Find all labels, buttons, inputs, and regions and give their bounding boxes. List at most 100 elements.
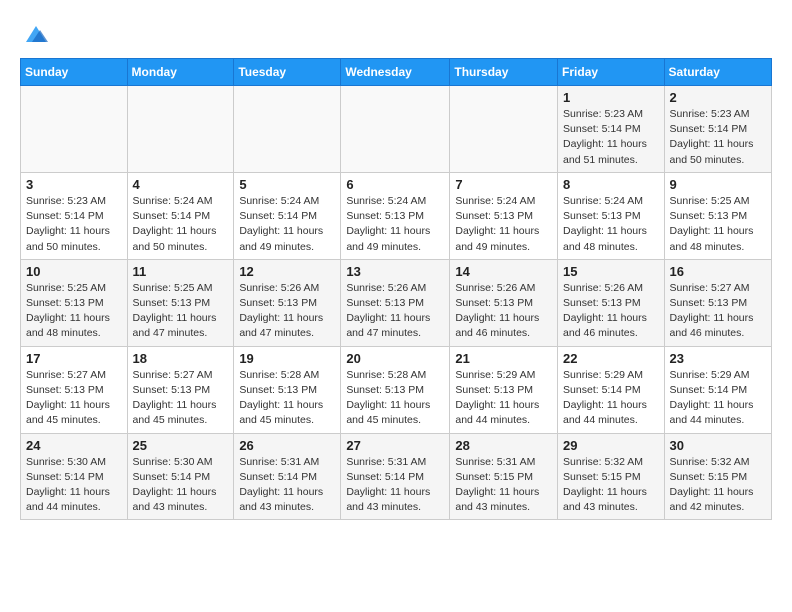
calendar-cell: 9 Sunrise: 5:25 AM Sunset: 5:13 PM Daylig… xyxy=(664,172,771,259)
day-info: Sunrise: 5:27 AM Sunset: 5:13 PM Dayligh… xyxy=(26,368,122,429)
calendar-cell: 2 Sunrise: 5:23 AM Sunset: 5:14 PM Daylig… xyxy=(664,86,771,173)
calendar-cell: 19Sunrise: 5:28 AM Sunset: 5:13 PM Dayli… xyxy=(234,346,341,433)
calendar-cell: 5 Sunrise: 5:24 AM Sunset: 5:14 PM Daylig… xyxy=(234,172,341,259)
calendar-cell: 25Sunrise: 5:30 AM Sunset: 5:14 PM Dayli… xyxy=(127,433,234,520)
day-number: 27 xyxy=(346,438,444,453)
day-number: 19 xyxy=(239,351,335,366)
day-number: 17 xyxy=(26,351,122,366)
calendar-cell: 15 Sunrise: 5:26 AM Sunset: 5:13 PM Dayli… xyxy=(558,259,665,346)
day-number: 2 xyxy=(670,90,766,105)
day-info: Sunrise: 5:24 AM Sunset: 5:13 PM Dayligh… xyxy=(346,194,444,255)
day-number: 1 xyxy=(563,90,659,105)
weekday-header-sunday: Sunday xyxy=(21,59,128,86)
calendar-cell: 6 Sunrise: 5:24 AM Sunset: 5:13 PM Daylig… xyxy=(341,172,450,259)
day-info: Sunrise: 5:30 AM Sunset: 5:14 PM Dayligh… xyxy=(133,455,229,516)
day-info: Sunrise: 5:23 AM Sunset: 5:14 PM Dayligh… xyxy=(670,107,766,168)
day-number: 4 xyxy=(133,177,229,192)
day-number: 9 xyxy=(670,177,766,192)
day-number: 29 xyxy=(563,438,659,453)
calendar-cell: 20Sunrise: 5:28 AM Sunset: 5:13 PM Dayli… xyxy=(341,346,450,433)
day-info: Sunrise: 5:32 AM Sunset: 5:15 PM Dayligh… xyxy=(563,455,659,516)
logo-text-block xyxy=(20,20,50,48)
calendar-cell: 3 Sunrise: 5:23 AM Sunset: 5:14 PM Daylig… xyxy=(21,172,128,259)
calendar-cell: 16 Sunrise: 5:27 AM Sunset: 5:13 PM Dayli… xyxy=(664,259,771,346)
weekday-header-monday: Monday xyxy=(127,59,234,86)
day-info: Sunrise: 5:24 AM Sunset: 5:13 PM Dayligh… xyxy=(563,194,659,255)
day-info: Sunrise: 5:26 AM Sunset: 5:13 PM Dayligh… xyxy=(346,281,444,342)
calendar-cell: 1 Sunrise: 5:23 AM Sunset: 5:14 PM Daylig… xyxy=(558,86,665,173)
calendar-cell: 28 Sunrise: 5:31 AM Sunset: 5:15 PM Dayli… xyxy=(450,433,558,520)
day-number: 18 xyxy=(133,351,229,366)
day-info: Sunrise: 5:31 AM Sunset: 5:14 PM Dayligh… xyxy=(346,455,444,516)
day-number: 11 xyxy=(133,264,229,279)
calendar-cell: 26 Sunrise: 5:31 AM Sunset: 5:14 PM Dayli… xyxy=(234,433,341,520)
day-number: 13 xyxy=(346,264,444,279)
calendar-cell xyxy=(450,86,558,173)
calendar-week-2: 3 Sunrise: 5:23 AM Sunset: 5:14 PM Daylig… xyxy=(21,172,772,259)
day-info: Sunrise: 5:31 AM Sunset: 5:14 PM Dayligh… xyxy=(239,455,335,516)
weekday-header-saturday: Saturday xyxy=(664,59,771,86)
calendar-week-4: 17 Sunrise: 5:27 AM Sunset: 5:13 PM Dayli… xyxy=(21,346,772,433)
day-number: 20 xyxy=(346,351,444,366)
day-info: Sunrise: 5:29 AM Sunset: 5:13 PM Dayligh… xyxy=(455,368,552,429)
calendar-cell: 21 Sunrise: 5:29 AM Sunset: 5:13 PM Dayli… xyxy=(450,346,558,433)
day-info: Sunrise: 5:25 AM Sunset: 5:13 PM Dayligh… xyxy=(26,281,122,342)
calendar-cell: 12Sunrise: 5:26 AM Sunset: 5:13 PM Dayli… xyxy=(234,259,341,346)
day-info: Sunrise: 5:24 AM Sunset: 5:13 PM Dayligh… xyxy=(455,194,552,255)
day-info: Sunrise: 5:23 AM Sunset: 5:14 PM Dayligh… xyxy=(563,107,659,168)
day-info: Sunrise: 5:27 AM Sunset: 5:13 PM Dayligh… xyxy=(670,281,766,342)
calendar-cell: 7 Sunrise: 5:24 AM Sunset: 5:13 PM Daylig… xyxy=(450,172,558,259)
day-info: Sunrise: 5:26 AM Sunset: 5:13 PM Dayligh… xyxy=(239,281,335,342)
calendar-cell xyxy=(234,86,341,173)
logo-icon xyxy=(22,20,50,48)
calendar-cell: 27 Sunrise: 5:31 AM Sunset: 5:14 PM Dayli… xyxy=(341,433,450,520)
day-info: Sunrise: 5:30 AM Sunset: 5:14 PM Dayligh… xyxy=(26,455,122,516)
day-number: 3 xyxy=(26,177,122,192)
day-number: 26 xyxy=(239,438,335,453)
calendar-week-3: 10Sunrise: 5:25 AM Sunset: 5:13 PM Dayli… xyxy=(21,259,772,346)
day-number: 22 xyxy=(563,351,659,366)
calendar-cell xyxy=(127,86,234,173)
calendar-cell xyxy=(21,86,128,173)
day-number: 30 xyxy=(670,438,766,453)
calendar-cell: 18 Sunrise: 5:27 AM Sunset: 5:13 PM Dayli… xyxy=(127,346,234,433)
weekday-header-row: SundayMondayTuesdayWednesdayThursdayFrid… xyxy=(21,59,772,86)
calendar-week-1: 1 Sunrise: 5:23 AM Sunset: 5:14 PM Daylig… xyxy=(21,86,772,173)
calendar-cell: 29 Sunrise: 5:32 AM Sunset: 5:15 PM Dayli… xyxy=(558,433,665,520)
day-info: Sunrise: 5:24 AM Sunset: 5:14 PM Dayligh… xyxy=(239,194,335,255)
day-number: 28 xyxy=(455,438,552,453)
calendar-cell: 13 Sunrise: 5:26 AM Sunset: 5:13 PM Dayli… xyxy=(341,259,450,346)
day-number: 15 xyxy=(563,264,659,279)
calendar-cell: 24Sunrise: 5:30 AM Sunset: 5:14 PM Dayli… xyxy=(21,433,128,520)
day-number: 5 xyxy=(239,177,335,192)
weekday-header-tuesday: Tuesday xyxy=(234,59,341,86)
day-number: 7 xyxy=(455,177,552,192)
day-info: Sunrise: 5:25 AM Sunset: 5:13 PM Dayligh… xyxy=(133,281,229,342)
calendar-cell: 11 Sunrise: 5:25 AM Sunset: 5:13 PM Dayli… xyxy=(127,259,234,346)
page: SundayMondayTuesdayWednesdayThursdayFrid… xyxy=(0,0,792,536)
day-info: Sunrise: 5:26 AM Sunset: 5:13 PM Dayligh… xyxy=(563,281,659,342)
day-number: 16 xyxy=(670,264,766,279)
weekday-header-wednesday: Wednesday xyxy=(341,59,450,86)
day-info: Sunrise: 5:29 AM Sunset: 5:14 PM Dayligh… xyxy=(670,368,766,429)
day-info: Sunrise: 5:25 AM Sunset: 5:13 PM Dayligh… xyxy=(670,194,766,255)
calendar-cell xyxy=(341,86,450,173)
day-number: 6 xyxy=(346,177,444,192)
logo xyxy=(20,20,50,48)
header xyxy=(20,16,772,48)
day-number: 14 xyxy=(455,264,552,279)
day-info: Sunrise: 5:24 AM Sunset: 5:14 PM Dayligh… xyxy=(133,194,229,255)
day-info: Sunrise: 5:27 AM Sunset: 5:13 PM Dayligh… xyxy=(133,368,229,429)
calendar-cell: 22 Sunrise: 5:29 AM Sunset: 5:14 PM Dayli… xyxy=(558,346,665,433)
calendar-cell: 14Sunrise: 5:26 AM Sunset: 5:13 PM Dayli… xyxy=(450,259,558,346)
weekday-header-friday: Friday xyxy=(558,59,665,86)
day-info: Sunrise: 5:29 AM Sunset: 5:14 PM Dayligh… xyxy=(563,368,659,429)
calendar-cell: 17 Sunrise: 5:27 AM Sunset: 5:13 PM Dayli… xyxy=(21,346,128,433)
calendar-cell: 8 Sunrise: 5:24 AM Sunset: 5:13 PM Daylig… xyxy=(558,172,665,259)
day-number: 21 xyxy=(455,351,552,366)
day-info: Sunrise: 5:23 AM Sunset: 5:14 PM Dayligh… xyxy=(26,194,122,255)
day-number: 8 xyxy=(563,177,659,192)
day-info: Sunrise: 5:31 AM Sunset: 5:15 PM Dayligh… xyxy=(455,455,552,516)
calendar-week-5: 24Sunrise: 5:30 AM Sunset: 5:14 PM Dayli… xyxy=(21,433,772,520)
calendar-cell: 4 Sunrise: 5:24 AM Sunset: 5:14 PM Daylig… xyxy=(127,172,234,259)
